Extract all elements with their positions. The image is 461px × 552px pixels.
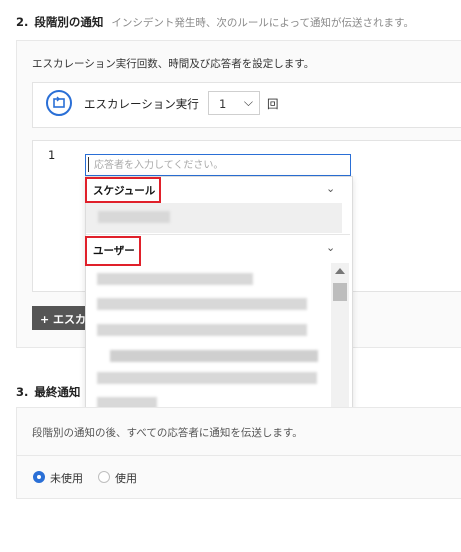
responder-search-field[interactable] <box>86 155 350 175</box>
user-list-item[interactable] <box>97 273 253 285</box>
section-3-title: 最終通知 <box>34 385 81 399</box>
radio-unused[interactable] <box>33 471 45 483</box>
escalation-instruction: エスカレーション実行回数、時間及び応答者を設定します。 <box>32 58 315 70</box>
section-2-heading: 2. 段階別の通知 インシデント発生時、次のルールによって通知が伝送されます。 <box>16 14 414 30</box>
section-2-title: 段階別の通知 <box>34 15 104 29</box>
radio-unused-label[interactable]: 未使用 <box>50 470 83 486</box>
redacted-schedule-name <box>98 211 170 223</box>
section-2-number: 2. <box>16 15 29 29</box>
section-3-heading: 3. 最終通知 <box>16 384 80 400</box>
text-cursor <box>88 157 89 172</box>
escalation-count-select[interactable]: 1 ⌵ <box>208 91 260 115</box>
escalation-label: エスカレーション実行 <box>84 97 199 111</box>
chevron-down-icon: ⌵ <box>243 95 253 109</box>
user-list-item[interactable] <box>97 324 307 336</box>
escalation-repeat-icon <box>46 90 72 116</box>
escalation-count-value: 1 <box>219 97 227 111</box>
group-divider <box>86 234 350 235</box>
section-3-description: 段階別の通知の後、すべての応答者に通知を伝送します。 <box>32 427 303 439</box>
escalation-unit: 回 <box>267 97 279 111</box>
section-3-number: 3. <box>16 385 29 399</box>
radio-use-label[interactable]: 使用 <box>115 470 137 486</box>
group-label-schedule: スケジュール <box>93 185 156 197</box>
add-escalation-button[interactable]: + エスカ <box>32 306 92 330</box>
chevron-down-icon[interactable]: ⌄ <box>326 241 335 254</box>
section-2-description: インシデント発生時、次のルールによって通知が伝送されます。 <box>111 17 414 29</box>
chevron-down-icon[interactable]: ⌄ <box>326 182 335 195</box>
group-label-user: ユーザー <box>93 245 135 257</box>
responder-input[interactable] <box>85 154 351 176</box>
user-list-item[interactable] <box>97 372 317 384</box>
scroll-up-arrow-icon[interactable] <box>335 268 345 274</box>
user-list-item[interactable] <box>110 350 318 362</box>
divider <box>16 455 461 456</box>
rule-row-number: 1 <box>48 148 56 162</box>
scrollbar-thumb[interactable] <box>333 283 347 301</box>
user-list-item[interactable] <box>97 298 307 310</box>
radio-use[interactable] <box>98 471 110 483</box>
